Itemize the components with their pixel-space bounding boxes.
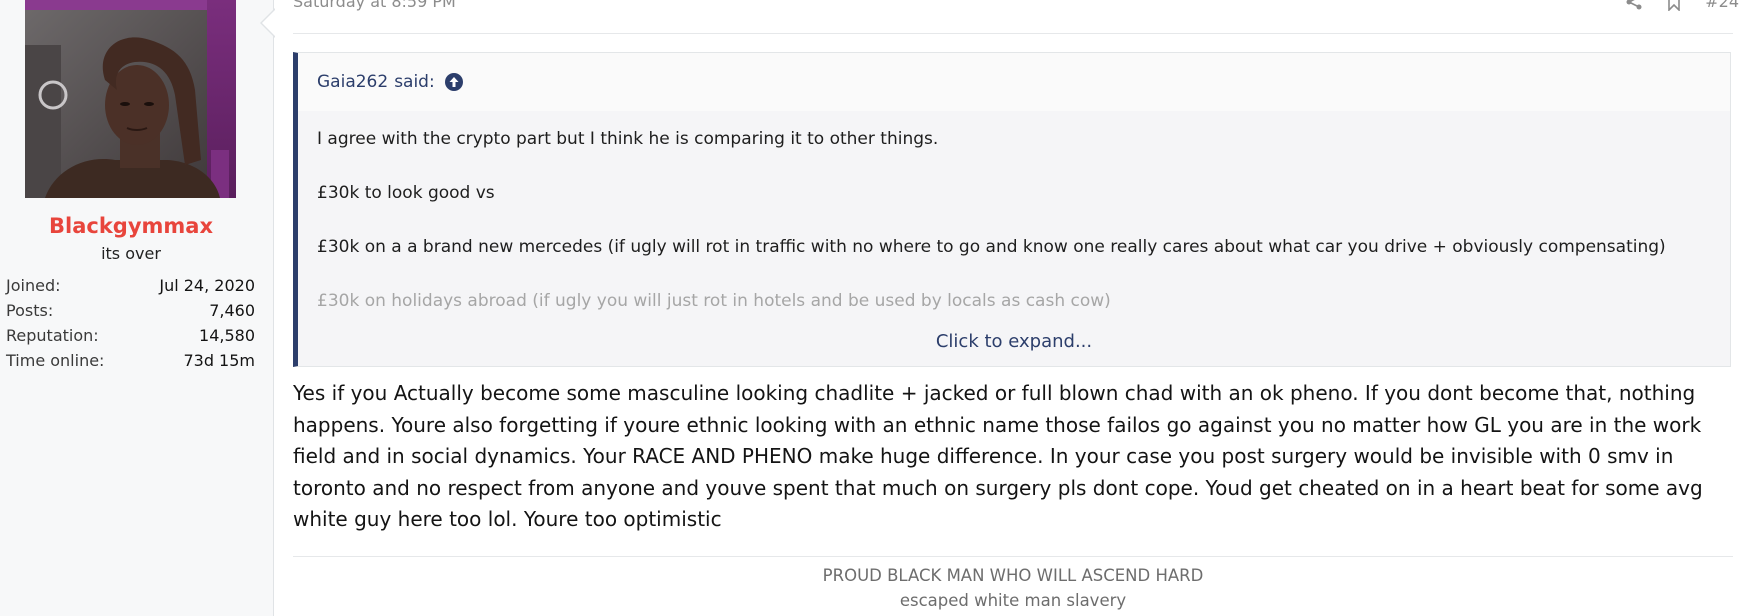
stat-label: Posts: [6,301,54,320]
quote-line: £30k to look good vs [317,183,495,203]
quote-line: £30k on holidays abroad (if ugly you wil… [317,291,1111,311]
forum-post: Blackgymmax its over Joined: Jul 24, 202… [0,0,1751,616]
post-pointer-inner [262,10,275,36]
stat-label: Reputation: [6,326,99,345]
avatar-image [25,0,236,198]
quote-line: £30k on a a brand new mercedes (if ugly … [317,237,1666,257]
quote-header: Gaia262 said: [298,53,1730,111]
quote-line: I agree with the crypto part but I think… [317,129,939,149]
quote-author[interactable]: Gaia262 [317,72,388,92]
username[interactable]: Blackgymmax [0,214,262,238]
quote-said: said: [394,72,435,92]
message-body: Yes if you Actually become some masculin… [293,381,1703,531]
stat-value[interactable]: 7,460 [209,298,255,323]
signature-line: PROUD BLACK MAN WHO WILL ASCEND HARD [822,566,1204,585]
post-number[interactable]: #24 [1705,0,1739,11]
stat-value: 73d 15m [183,351,255,370]
avatar[interactable] [25,0,236,198]
stat-posts: Posts: 7,460 [6,298,255,323]
arrow-up-circle-icon[interactable] [444,72,464,92]
user-sidebar: Blackgymmax its over Joined: Jul 24, 202… [0,0,274,616]
signature: PROUD BLACK MAN WHO WILL ASCEND HARD esc… [293,563,1733,613]
stat-label: Time online: [6,351,105,370]
quote-body: I agree with the crypto part but I think… [298,111,1730,312]
divider [293,33,1733,34]
stat-label: Joined: [6,276,61,295]
stat-value: Jul 24, 2020 [159,276,255,295]
stat-value: 14,580 [199,326,255,345]
post-date[interactable]: Saturday at 8:59 PM [293,0,456,11]
signature-line: escaped white man slavery [899,591,1127,610]
stat-joined: Joined: Jul 24, 2020 [6,273,255,298]
quote-block: Gaia262 said: I agree with the crypto pa… [293,52,1731,367]
expand-quote-link[interactable]: Click to expand... [298,331,1730,352]
stat-time-online: Time online: 73d 15m [6,348,255,373]
signature-divider [293,556,1733,557]
stat-reputation: Reputation: 14,580 [6,323,255,348]
share-icon[interactable] [1625,0,1643,11]
post-actions: #24 [1625,0,1739,12]
bookmark-icon[interactable] [1665,0,1683,12]
user-title: its over [101,244,161,263]
user-stats: Joined: Jul 24, 2020 Posts: 7,460 Reputa… [6,273,255,373]
